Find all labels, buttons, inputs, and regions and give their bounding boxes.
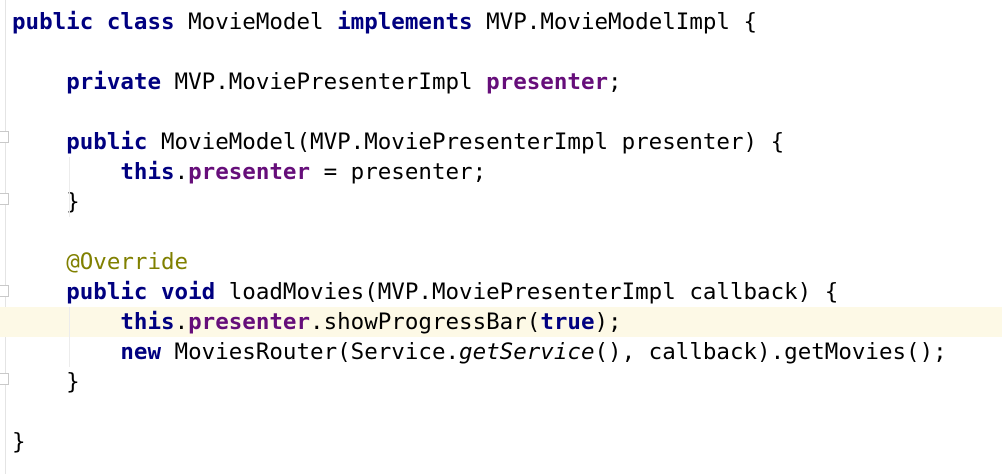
code-token: MoviesRouter(Service. [161, 339, 460, 365]
code-token: MovieModel [174, 9, 338, 35]
code-token: this [120, 309, 175, 335]
code-token: presenter [486, 69, 609, 95]
code-token: ; [608, 69, 622, 95]
code-line[interactable] [0, 397, 1002, 427]
code-token: . [174, 309, 189, 335]
code-token: public [66, 279, 148, 305]
code-line[interactable] [0, 97, 1002, 127]
code-line[interactable] [0, 37, 1002, 67]
code-line[interactable]: @Override [0, 247, 1002, 277]
code-token: new [120, 339, 162, 365]
indent-guide [69, 307, 70, 337]
code-token: MVP.MovieModelImpl { [472, 9, 758, 35]
code-line[interactable]: new MoviesRouter(Service.getService(), c… [0, 337, 1002, 367]
code-token: presenter [188, 159, 311, 185]
code-token: loadMovies(MVP.MoviePresenterImpl callba… [215, 279, 839, 305]
indent-guide [69, 187, 70, 217]
code-token: . [174, 159, 189, 185]
code-editor[interactable]: public class MovieModel implements MVP.M… [0, 0, 1002, 474]
code-line[interactable]: } [0, 427, 1002, 457]
code-token: presenter [188, 309, 311, 335]
code-line[interactable] [0, 217, 1002, 247]
indent-guide [69, 157, 70, 187]
code-token: this [120, 159, 175, 185]
code-token: } [12, 429, 26, 455]
code-token: = presenter; [310, 159, 487, 185]
code-line[interactable]: public MovieModel(MVP.MoviePresenterImpl… [0, 127, 1002, 157]
code-line[interactable]: public void loadMovies(MVP.MoviePresente… [0, 277, 1002, 307]
code-line[interactable]: public class MovieModel implements MVP.M… [0, 7, 1002, 37]
code-token: .showProgressBar( [310, 309, 541, 335]
code-line[interactable]: } [0, 367, 1002, 397]
code-token: public [66, 129, 148, 155]
code-token: private [66, 69, 162, 95]
code-token: true [540, 309, 595, 335]
code-line[interactable]: this.presenter.showProgressBar(true); [0, 307, 1002, 337]
code-token: ); [594, 309, 622, 335]
code-token: } [12, 369, 80, 395]
code-token: getService [459, 339, 595, 365]
code-token: implements [337, 9, 473, 35]
indent-guide [69, 337, 70, 367]
code-token: public [12, 9, 94, 35]
code-token: MVP.MoviePresenterImpl [161, 69, 487, 95]
code-area[interactable]: public class MovieModel implements MVP.M… [0, 7, 1002, 457]
code-token: @Override [66, 249, 189, 275]
code-line[interactable]: this.presenter = presenter; [0, 157, 1002, 187]
code-token: void [161, 279, 216, 305]
code-token: class [106, 9, 175, 35]
code-line[interactable]: private MVP.MoviePresenterImpl presenter… [0, 67, 1002, 97]
code-token: (), callback).getMovies(); [594, 339, 947, 365]
code-line[interactable]: } [0, 187, 1002, 217]
code-token: MovieModel(MVP.MoviePresenterImpl presen… [147, 129, 785, 155]
